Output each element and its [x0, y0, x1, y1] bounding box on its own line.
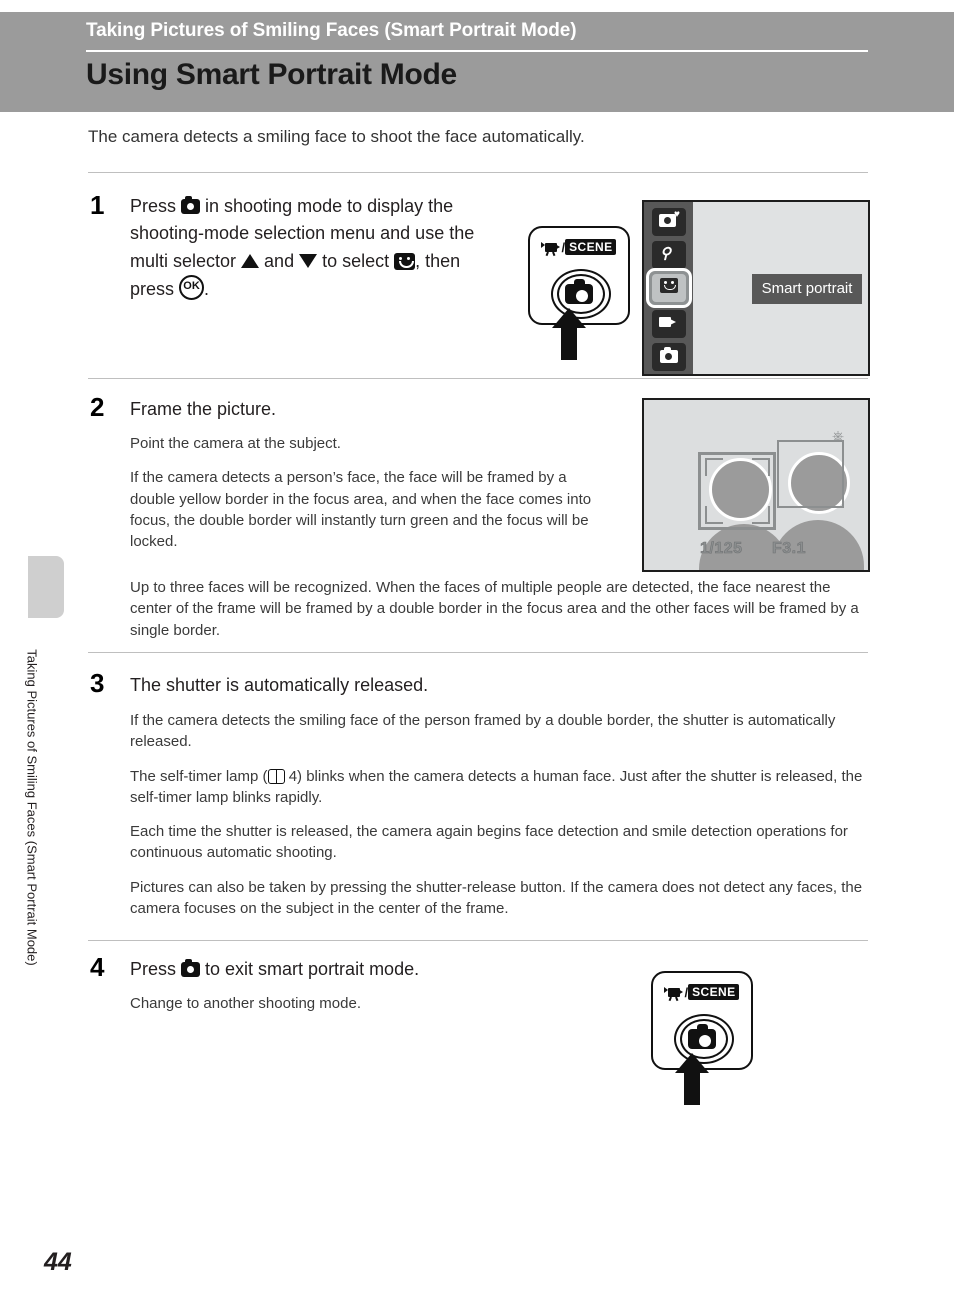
ok-button-icon: OK — [179, 275, 205, 301]
scene-badge-exit: SCENE — [688, 984, 740, 1000]
step-2-para-2: If the camera detects a person’s face, t… — [130, 469, 592, 551]
section-tab-label: Taking Pictures of Smiling Faces (Smart … — [24, 649, 40, 966]
menu-selected-label: Smart portrait — [752, 274, 862, 304]
menu-item-auto[interactable] — [652, 343, 686, 371]
focus-border-single — [777, 440, 844, 508]
menu-item-night-scene[interactable]: ⚲ — [652, 241, 686, 269]
step-4-text-a: Press — [130, 959, 182, 979]
divider-step1 — [88, 378, 868, 379]
step-1-number: 1 — [90, 190, 105, 220]
step-2-number: 2 — [90, 392, 105, 422]
multi-selector-down-icon — [299, 253, 318, 268]
step-4-number: 4 — [90, 952, 105, 982]
step-2-heading: Frame the picture. — [130, 399, 277, 419]
step-3-body: If the camera detects the smiling face o… — [130, 710, 868, 919]
smart-portrait-icon — [394, 252, 416, 270]
scene-badge: SCENE — [565, 239, 617, 255]
camera-shooting-mode-icon-exit — [688, 1024, 716, 1049]
intro-text: The camera detects a smiling face to sho… — [88, 127, 585, 146]
page-number: 44 — [44, 1248, 72, 1276]
mode-button-label: / SCENE — [530, 239, 628, 257]
step-4-text-b: to exit smart portrait mode. — [200, 959, 420, 979]
step-1-text-c: and — [259, 250, 300, 271]
step-4-body: Change to another shooting mode. — [130, 993, 650, 1014]
shooting-mode-menu-screen: ♥ ⚲ Smart portrait — [642, 200, 870, 376]
header-subtitle: Taking Pictures of Smiling Faces (Smart … — [86, 20, 577, 41]
step-2-body: Point the camera at the subject. If the … — [130, 433, 615, 552]
step-3-para-1: If the camera detects the smiling face o… — [130, 712, 836, 751]
step-3-number: 3 — [90, 668, 105, 698]
aperture-readout: F3.1 — [772, 540, 807, 558]
focus-border-inner — [705, 458, 770, 524]
step-1-text-d: to select — [317, 250, 395, 271]
step-3-para-3: Pictures can also be taken by pressing t… — [130, 878, 863, 918]
camera-mode-icon — [181, 959, 201, 977]
menu-item-movie[interactable] — [652, 310, 686, 338]
step-3-heading: The shutter is automatically released. — [130, 675, 429, 695]
manual-page: Taking Pictures of Smiling Faces (Smart … — [0, 0, 954, 1314]
page-reference-icon — [267, 768, 285, 784]
divider-step3 — [88, 940, 868, 941]
face-marker-icon: ⎈ — [832, 428, 845, 445]
step-3-selftimer-before: The self-timer lamp ( — [130, 767, 268, 785]
live-view-illustration: ⎈ 1/125 F3.1 — [642, 398, 870, 572]
header-divider — [86, 50, 868, 52]
step-3-para-selftimer: The self-timer lamp ( 4) blinks when the… — [130, 766, 868, 809]
page-title: Using Smart Portrait Mode — [86, 58, 457, 91]
menu-item-auto-with-heart[interactable]: ♥ — [652, 208, 686, 236]
step-4-para-1: Change to another shooting mode. — [130, 995, 361, 1012]
step-1-heading: Press in shooting mode to display the sh… — [130, 193, 490, 303]
menu-item-smart-portrait[interactable] — [652, 274, 686, 302]
multi-selector-up-icon — [241, 253, 260, 268]
step-1-text-a: Press — [130, 196, 182, 216]
step-1-text-f: . — [204, 279, 210, 300]
step-3-para-2: Each time the shutter is released, the c… — [130, 823, 848, 862]
camera-mode-icon — [181, 196, 201, 214]
mode-button-label-exit: / SCENE — [653, 984, 751, 1002]
camera-shooting-mode-icon — [565, 279, 593, 304]
step-2-para-1: Point the camera at the subject. — [130, 435, 341, 452]
shutter-speed-readout: 1/125 — [700, 540, 743, 558]
press-arrow-step4 — [657, 1053, 743, 1105]
movie-scene-icon — [663, 986, 685, 1002]
movie-scene-icon — [540, 241, 562, 257]
press-arrow-step1 — [534, 308, 620, 360]
step-2-para-3: Up to three faces will be recognized. Wh… — [130, 579, 859, 639]
step-4-heading: Press to exit smart portrait mode. — [130, 956, 650, 983]
divider-step2 — [88, 652, 868, 653]
divider-intro — [88, 172, 868, 173]
step-2-body-wide: Up to three faces will be recognized. Wh… — [130, 577, 868, 641]
